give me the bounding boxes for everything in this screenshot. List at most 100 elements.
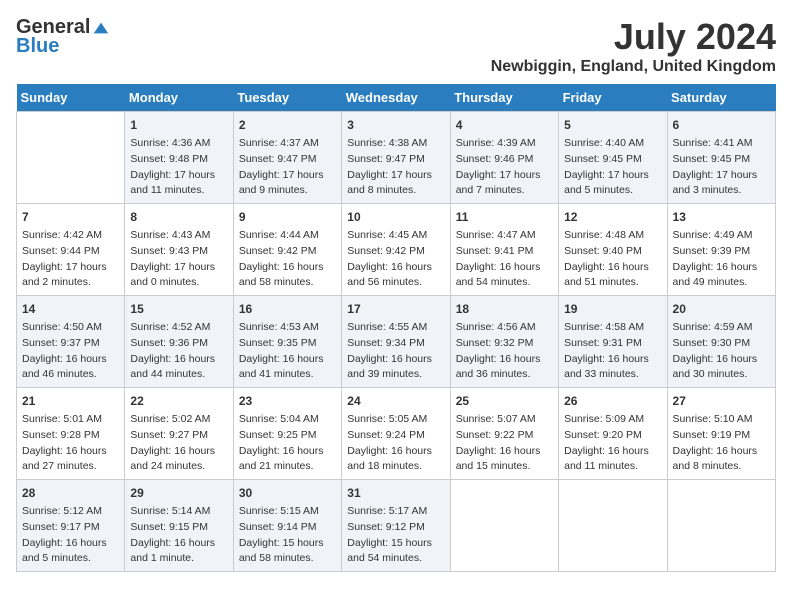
calendar-cell <box>17 112 125 204</box>
day-header-saturday: Saturday <box>667 84 775 112</box>
day-info: Daylight: 16 hours <box>22 352 119 368</box>
day-number: 24 <box>347 392 444 410</box>
day-number: 19 <box>564 300 661 318</box>
day-info: Sunset: 9:47 PM <box>347 152 444 168</box>
day-info: Sunrise: 5:12 AM <box>22 504 119 520</box>
day-number: 15 <box>130 300 227 318</box>
day-info: Sunset: 9:45 PM <box>673 152 770 168</box>
calendar-cell: 25 Sunrise: 5:07 AMSunset: 9:22 PMDayligh… <box>450 388 558 480</box>
day-info: Sunrise: 4:37 AM <box>239 136 336 152</box>
day-info: Daylight: 16 hours <box>347 260 444 276</box>
day-info: and 36 minutes. <box>456 367 553 383</box>
day-info: and 51 minutes. <box>564 275 661 291</box>
day-info: Daylight: 16 hours <box>22 444 119 460</box>
calendar-cell: 2Sunrise: 4:37 AMSunset: 9:47 PMDaylight… <box>233 112 341 204</box>
day-info: Sunrise: 5:01 AM <box>22 412 119 428</box>
day-info: and 54 minutes. <box>456 275 553 291</box>
day-info: Daylight: 16 hours <box>564 260 661 276</box>
day-number: 20 <box>673 300 770 318</box>
day-info: Daylight: 16 hours <box>347 444 444 460</box>
week-row-5: 28Sunrise: 5:12 AMSunset: 9:17 PMDayligh… <box>17 480 776 572</box>
day-info: and 11 minutes. <box>564 459 661 475</box>
day-info: Daylight: 16 hours <box>130 352 227 368</box>
day-info: Daylight: 16 hours <box>130 444 227 460</box>
logo-icon <box>92 19 110 37</box>
day-info: and 27 minutes. <box>22 459 119 475</box>
week-row-2: 7 Sunrise: 4:42 AMSunset: 9:44 PM Daylight… <box>17 204 776 296</box>
day-info: Daylight: 17 hours <box>130 260 227 276</box>
day-info: Sunset: 9:34 PM <box>347 336 444 352</box>
calendar-cell: 13Sunrise: 4:49 AMSunset: 9:39 PMDayligh… <box>667 204 775 296</box>
day-info: Sunset: 9:24 PM <box>347 428 444 444</box>
day-header-wednesday: Wednesday <box>342 84 450 112</box>
day-info: Daylight: 16 hours <box>673 260 770 276</box>
day-header-thursday: Thursday <box>450 84 558 112</box>
day-info: and 46 minutes. <box>22 367 119 383</box>
day-header-tuesday: Tuesday <box>233 84 341 112</box>
calendar-cell: 5Sunrise: 4:40 AMSunset: 9:45 PMDaylight… <box>559 112 667 204</box>
day-info: Sunrise: 5:04 AM <box>239 412 336 428</box>
day-info: Sunrise: 4:56 AM <box>456 320 553 336</box>
calendar-cell: 21Sunrise: 5:01 AMSunset: 9:28 PMDayligh… <box>17 388 125 480</box>
calendar-cell: 19Sunrise: 4:58 AMSunset: 9:31 PMDayligh… <box>559 296 667 388</box>
day-info: and 58 minutes. <box>239 275 336 291</box>
calendar-cell: 20Sunrise: 4:59 AMSunset: 9:30 PMDayligh… <box>667 296 775 388</box>
day-info: Sunrise: 5:05 AM <box>347 412 444 428</box>
day-info: and 7 minutes. <box>456 183 553 199</box>
calendar-cell: 22Sunrise: 5:02 AMSunset: 9:27 PMDayligh… <box>125 388 233 480</box>
calendar-table: SundayMondayTuesdayWednesdayThursdayFrid… <box>16 84 776 572</box>
day-info: and 33 minutes. <box>564 367 661 383</box>
day-info: Sunset: 9:20 PM <box>564 428 661 444</box>
calendar-cell: 27Sunrise: 5:10 AMSunset: 9:19 PMDayligh… <box>667 388 775 480</box>
day-info: Sunrise: 4:47 AM <box>456 228 553 244</box>
day-number: 21 <box>22 392 119 410</box>
day-info: Sunrise: 4:42 AM <box>22 228 119 244</box>
calendar-cell <box>450 480 558 572</box>
day-number: 3 <box>347 116 444 134</box>
day-info: and 54 minutes. <box>347 551 444 567</box>
day-number: 31 <box>347 484 444 502</box>
day-info: and 3 minutes. <box>673 183 770 199</box>
day-number: 16 <box>239 300 336 318</box>
day-info: Daylight: 16 hours <box>456 444 553 460</box>
calendar-cell: 18Sunrise: 4:56 AMSunset: 9:32 PMDayligh… <box>450 296 558 388</box>
day-number: 10 <box>347 208 444 226</box>
day-number: 7 <box>22 208 119 226</box>
day-info: Sunset: 9:25 PM <box>239 428 336 444</box>
day-info: Daylight: 16 hours <box>130 536 227 552</box>
day-info: Sunrise: 4:39 AM <box>456 136 553 152</box>
day-info: Sunrise: 5:07 AM <box>456 412 553 428</box>
day-number: 11 <box>456 208 553 226</box>
calendar-cell: 29Sunrise: 5:14 AMSunset: 9:15 PMDayligh… <box>125 480 233 572</box>
day-number: 14 <box>22 300 119 318</box>
day-headers-row: SundayMondayTuesdayWednesdayThursdayFrid… <box>17 84 776 112</box>
day-info: Sunrise: 5:17 AM <box>347 504 444 520</box>
day-info: Sunset: 9:15 PM <box>130 520 227 536</box>
day-info: Daylight: 17 hours <box>673 168 770 184</box>
day-info: Sunset: 9:32 PM <box>456 336 553 352</box>
day-number: 25 <box>456 392 553 410</box>
day-info: Sunrise: 4:53 AM <box>239 320 336 336</box>
day-info: and 21 minutes. <box>239 459 336 475</box>
day-info: Sunset: 9:19 PM <box>673 428 770 444</box>
day-number: 9 <box>239 208 336 226</box>
day-info: Sunset: 9:37 PM <box>22 336 119 352</box>
calendar-cell <box>559 480 667 572</box>
day-info: Sunset: 9:39 PM <box>673 244 770 260</box>
day-info: Sunset: 9:12 PM <box>347 520 444 536</box>
day-info: and 18 minutes. <box>347 459 444 475</box>
week-row-4: 21Sunrise: 5:01 AMSunset: 9:28 PMDayligh… <box>17 388 776 480</box>
day-header-friday: Friday <box>559 84 667 112</box>
calendar-cell: 23Sunrise: 5:04 AMSunset: 9:25 PMDayligh… <box>233 388 341 480</box>
day-info: Sunset: 9:42 PM <box>239 244 336 260</box>
day-info: Sunset: 9:22 PM <box>456 428 553 444</box>
calendar-cell: 26Sunrise: 5:09 AMSunset: 9:20 PMDayligh… <box>559 388 667 480</box>
day-info: Sunset: 9:30 PM <box>673 336 770 352</box>
calendar-cell: 10Sunrise: 4:45 AMSunset: 9:42 PMDayligh… <box>342 204 450 296</box>
day-info: Sunrise: 4:40 AM <box>564 136 661 152</box>
day-info: Daylight: 15 hours <box>347 536 444 552</box>
day-info: Sunset: 9:48 PM <box>130 152 227 168</box>
day-info: and 49 minutes. <box>673 275 770 291</box>
day-info: and 41 minutes. <box>239 367 336 383</box>
day-info: Sunset: 9:44 PM <box>22 244 119 260</box>
